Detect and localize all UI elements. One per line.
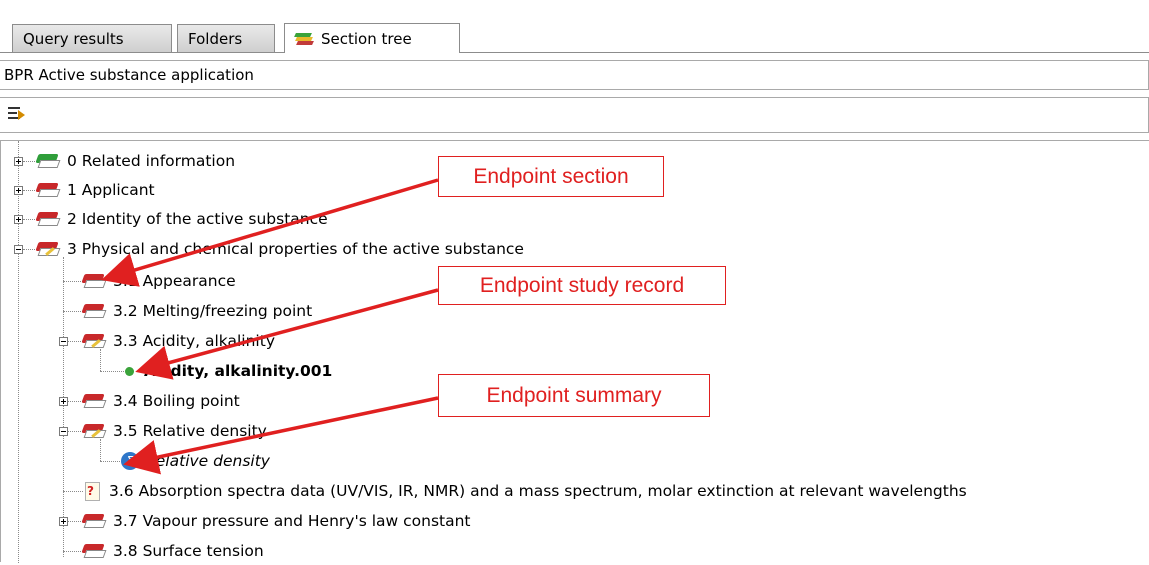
expand-toggle[interactable]	[14, 157, 23, 166]
dossier-template-bar: BPR Active substance application	[0, 60, 1149, 90]
tree-connector	[63, 551, 83, 552]
node-label: 3.4 Boiling point	[113, 392, 240, 410]
expand-toggle[interactable]	[59, 397, 68, 406]
node-label: Acidity, alkalinity.001	[144, 362, 333, 380]
tab-folders[interactable]: Folders	[177, 24, 275, 52]
tab-query-results[interactable]: Query results	[12, 24, 172, 52]
node-label: 3.8 Surface tension	[113, 542, 264, 560]
section-book-icon	[35, 211, 61, 227]
tab-divider	[0, 52, 1149, 53]
endpoint-section-icon	[81, 393, 107, 409]
tree-connector	[18, 141, 19, 563]
endpoint-section-edit-icon	[81, 423, 107, 439]
node-label: 3.3 Acidity, alkalinity	[113, 332, 275, 350]
tree-node-0[interactable]: 0 Related information	[35, 147, 236, 175]
sigma-icon: Σ	[121, 452, 139, 470]
endpoint-section-icon	[81, 543, 107, 559]
endpoint-section-icon	[81, 273, 107, 289]
expand-toggle[interactable]	[59, 517, 68, 526]
tree-node-3-3[interactable]: 3.3 Acidity, alkalinity	[81, 327, 275, 355]
tree-node-3-8[interactable]: 3.8 Surface tension	[81, 537, 264, 565]
tab-label: Section tree	[321, 29, 412, 48]
tab-label: Folders	[188, 29, 243, 48]
expand-toggle[interactable]	[14, 186, 23, 195]
endpoint-section-icon	[81, 513, 107, 529]
tree-node-3-1[interactable]: 3.1 Appearance	[81, 267, 236, 295]
collapse-toggle[interactable]	[59, 427, 68, 436]
tree-node-1[interactable]: 1 Applicant	[35, 176, 155, 204]
tab-strip: Query results Folders Section tree	[0, 0, 1149, 53]
tab-label: Query results	[23, 29, 124, 48]
collapse-toggle[interactable]	[14, 245, 23, 254]
status-dot-icon	[125, 366, 134, 376]
endpoint-study-record[interactable]: Acidity, alkalinity.001	[121, 357, 332, 385]
expand-toggle[interactable]	[14, 215, 23, 224]
section-tree: 0 Related information 1 Applicant 2 Iden…	[0, 140, 1149, 565]
tree-connector	[63, 311, 83, 312]
tree-node-3-7[interactable]: 3.7 Vapour pressure and Henry's law cons…	[81, 507, 471, 535]
node-label: Relative density	[145, 452, 270, 470]
callout-endpoint-summary: Endpoint summary	[438, 374, 710, 417]
node-label: 3.5 Relative density	[113, 422, 267, 440]
dossier-template-name: BPR Active substance application	[4, 66, 254, 84]
tab-section-tree[interactable]: Section tree	[284, 23, 460, 53]
tree-connector	[100, 461, 120, 462]
callout-text: Endpoint section	[473, 164, 629, 188]
filter-tree-button[interactable]	[6, 104, 26, 124]
node-label: 1 Applicant	[67, 181, 155, 199]
section-book-icon	[35, 182, 61, 198]
node-label: 3 Physical and chemical properties of th…	[67, 240, 524, 258]
tree-node-3-2[interactable]: 3.2 Melting/freezing point	[81, 297, 313, 325]
node-label: 3.6 Absorption spectra data (UV/VIS, IR,…	[109, 482, 967, 500]
endpoint-summary[interactable]: Σ Relative density	[121, 447, 270, 475]
tree-node-3-5[interactable]: 3.5 Relative density	[81, 417, 267, 445]
callout-endpoint-section: Endpoint section	[438, 156, 664, 197]
section-tree-icon	[294, 31, 314, 47]
node-label: 3.7 Vapour pressure and Henry's law cons…	[113, 512, 471, 530]
tree-connector	[63, 257, 64, 557]
collapse-toggle[interactable]	[59, 337, 68, 346]
node-label: 3.2 Melting/freezing point	[113, 302, 313, 320]
tree-toolbar	[0, 97, 1149, 133]
node-label: 2 Identity of the active substance	[67, 210, 328, 228]
endpoint-section-icon	[81, 303, 107, 319]
section-book-edit-icon	[35, 241, 61, 257]
callout-text: Endpoint study record	[479, 273, 685, 297]
tree-node-3[interactable]: 3 Physical and chemical properties of th…	[35, 235, 524, 263]
tree-node-2[interactable]: 2 Identity of the active substance	[35, 205, 328, 233]
tree-node-3-4[interactable]: 3.4 Boiling point	[81, 387, 240, 415]
endpoint-section-edit-icon	[81, 333, 107, 349]
node-label: 3.1 Appearance	[113, 272, 236, 290]
node-label: 0 Related information	[67, 152, 236, 170]
tree-node-3-6[interactable]: ? 3.6 Absorption spectra data (UV/VIS, I…	[83, 477, 967, 505]
question-document-icon: ?	[83, 481, 101, 501]
callout-text: Endpoint summary	[486, 383, 662, 407]
section-book-icon	[35, 153, 61, 169]
tree-connector	[63, 491, 83, 492]
callout-endpoint-study-record: Endpoint study record	[438, 266, 726, 305]
tree-connector	[63, 281, 83, 282]
